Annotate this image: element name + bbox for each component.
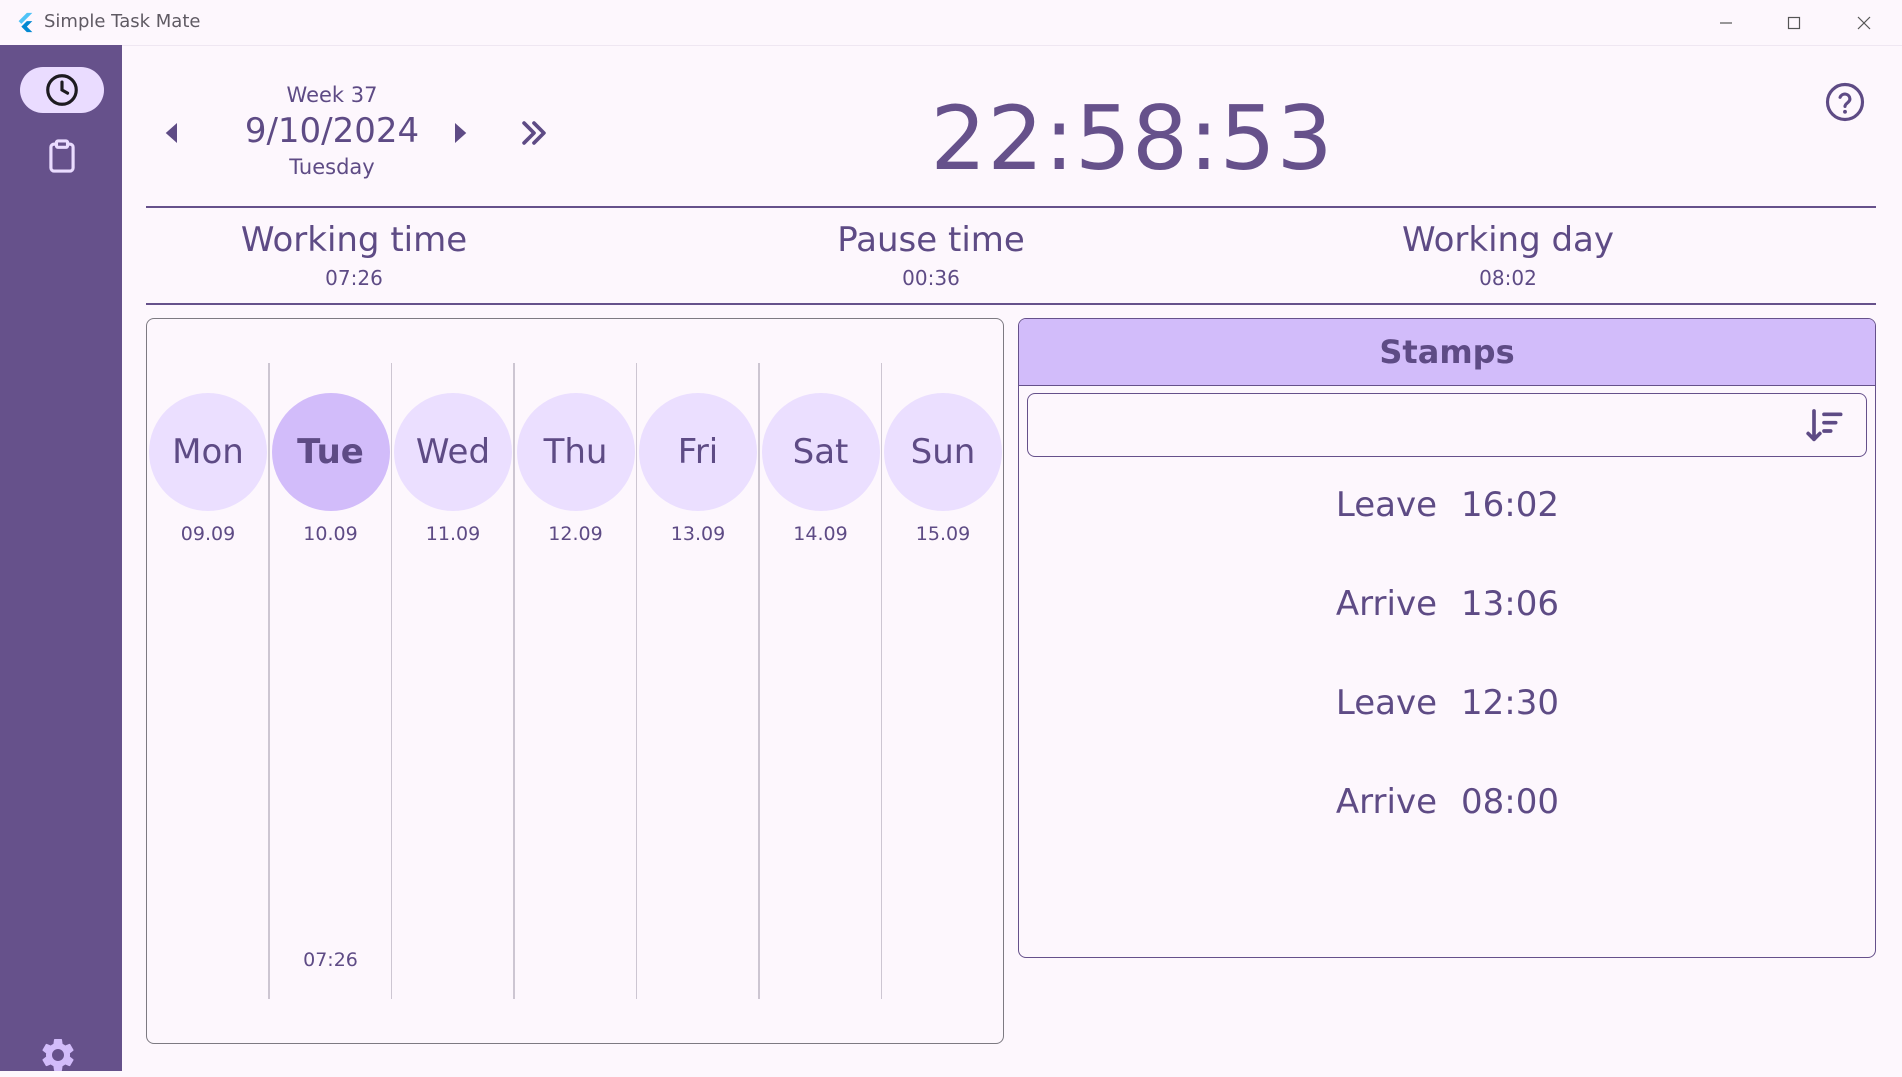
working-time-value: 07:26 xyxy=(325,266,383,290)
sort-icon xyxy=(1806,409,1843,442)
stamp-time: 08:00 xyxy=(1461,782,1559,822)
maximize-icon xyxy=(1787,16,1801,29)
working-time-label: Working time xyxy=(240,220,468,260)
day-date: 10.09 xyxy=(303,523,358,545)
clock-icon xyxy=(46,74,78,106)
stamp-time: 12:30 xyxy=(1461,683,1559,723)
day-column-wed[interactable]: Wed 11.09 xyxy=(392,363,514,999)
jump-to-today-button[interactable] xyxy=(514,113,554,153)
day-button[interactable]: Fri xyxy=(639,393,757,511)
day-column-sun[interactable]: Sun 15.09 xyxy=(882,363,1004,999)
stamp-row[interactable]: Arrive 13:06 xyxy=(1019,584,1875,644)
stamp-time: 16:02 xyxy=(1461,485,1559,525)
stamp-row[interactable]: Leave 12:30 xyxy=(1019,683,1875,743)
day-button[interactable]: Sun xyxy=(884,393,1002,511)
day-date: 15.09 xyxy=(915,523,971,545)
day-button[interactable]: Mon xyxy=(149,393,267,511)
day-button[interactable]: Sat xyxy=(761,393,880,511)
arrow-left-icon xyxy=(165,123,177,143)
day-column-sat[interactable]: Sat 14.09 xyxy=(760,363,882,999)
minimize-button[interactable] xyxy=(1692,0,1760,45)
day-button[interactable]: Wed xyxy=(394,393,512,511)
current-weekday: Tuesday xyxy=(289,155,375,179)
stamp-type: Arrive xyxy=(1335,584,1437,624)
help-icon xyxy=(1825,82,1865,122)
stamps-title: Stamps xyxy=(1019,319,1875,386)
working-day-label: Working day xyxy=(1401,220,1615,260)
day-column-fri[interactable]: Fri 13.09 xyxy=(637,363,759,999)
next-day-button[interactable] xyxy=(440,113,480,153)
window-titlebar: Simple Task Mate xyxy=(0,0,1902,46)
week-number: Week 37 xyxy=(286,83,378,107)
close-button[interactable] xyxy=(1830,0,1898,45)
day-column-thu[interactable]: Thu 12.09 xyxy=(515,363,637,999)
maximize-button[interactable] xyxy=(1760,0,1828,45)
stamp-type: Leave xyxy=(1335,683,1437,723)
day-date: 13.09 xyxy=(670,523,726,545)
pause-time-stat: Pause time 00:36 xyxy=(731,220,1131,290)
nav-tasks[interactable] xyxy=(20,133,104,179)
window-title: Simple Task Mate xyxy=(44,11,201,32)
day-column-tue[interactable]: Tue 10.09 07:26 xyxy=(270,363,392,999)
live-clock: 22:58:53 xyxy=(930,87,1334,190)
gear-icon xyxy=(42,1039,74,1071)
day-hours: 07:26 xyxy=(303,949,358,971)
day-button-selected[interactable]: Tue xyxy=(271,393,390,511)
previous-day-button[interactable] xyxy=(152,113,192,153)
working-day-value: 08:02 xyxy=(1479,266,1537,290)
stamp-type: Arrive xyxy=(1335,782,1437,822)
stamps-toolbar xyxy=(1027,393,1867,457)
double-chevron-right-icon xyxy=(522,121,546,145)
stamps-panel: Stamps Leave 16:02 Arrive 13:06 Leave 12… xyxy=(1018,318,1876,958)
nav-time-tracking[interactable] xyxy=(20,67,104,113)
pause-time-value: 00:36 xyxy=(902,266,960,290)
day-date: 09.09 xyxy=(180,523,236,545)
sidebar xyxy=(0,45,122,1071)
clipboard-icon xyxy=(49,139,75,173)
date-display: Week 37 9/10/2024 Tuesday xyxy=(222,83,442,179)
settings-button[interactable] xyxy=(36,1033,80,1077)
main-content: Week 37 9/10/2024 Tuesday 22:58:53 Worki… xyxy=(122,45,1902,1071)
stamp-time: 13:06 xyxy=(1461,584,1559,624)
stamp-row[interactable]: Leave 16:02 xyxy=(1019,485,1875,545)
header-divider xyxy=(146,206,1876,208)
sort-button[interactable] xyxy=(1802,404,1846,448)
working-time-stat: Working time 07:26 xyxy=(154,220,554,290)
stats-divider xyxy=(146,303,1876,305)
stamp-row[interactable]: Arrive 08:00 xyxy=(1019,782,1875,842)
working-day-stat: Working day 08:02 xyxy=(1308,220,1708,290)
day-date: 11.09 xyxy=(425,523,481,545)
day-date: 14.09 xyxy=(793,523,848,545)
week-overview-panel: Mon 09.09 Tue 10.09 07:26 Wed 11.09 Thu … xyxy=(146,318,1004,1044)
flutter-logo-icon xyxy=(18,12,33,33)
stamp-type: Leave xyxy=(1335,485,1437,525)
arrow-right-icon xyxy=(455,123,467,143)
day-button[interactable]: Thu xyxy=(516,393,635,511)
day-column-mon[interactable]: Mon 09.09 xyxy=(147,363,269,999)
pause-time-label: Pause time xyxy=(837,220,1025,260)
close-icon xyxy=(1857,16,1871,29)
day-date: 12.09 xyxy=(548,523,603,545)
current-date[interactable]: 9/10/2024 xyxy=(222,111,442,151)
help-button[interactable] xyxy=(1822,79,1868,125)
minimize-icon xyxy=(1720,21,1732,24)
